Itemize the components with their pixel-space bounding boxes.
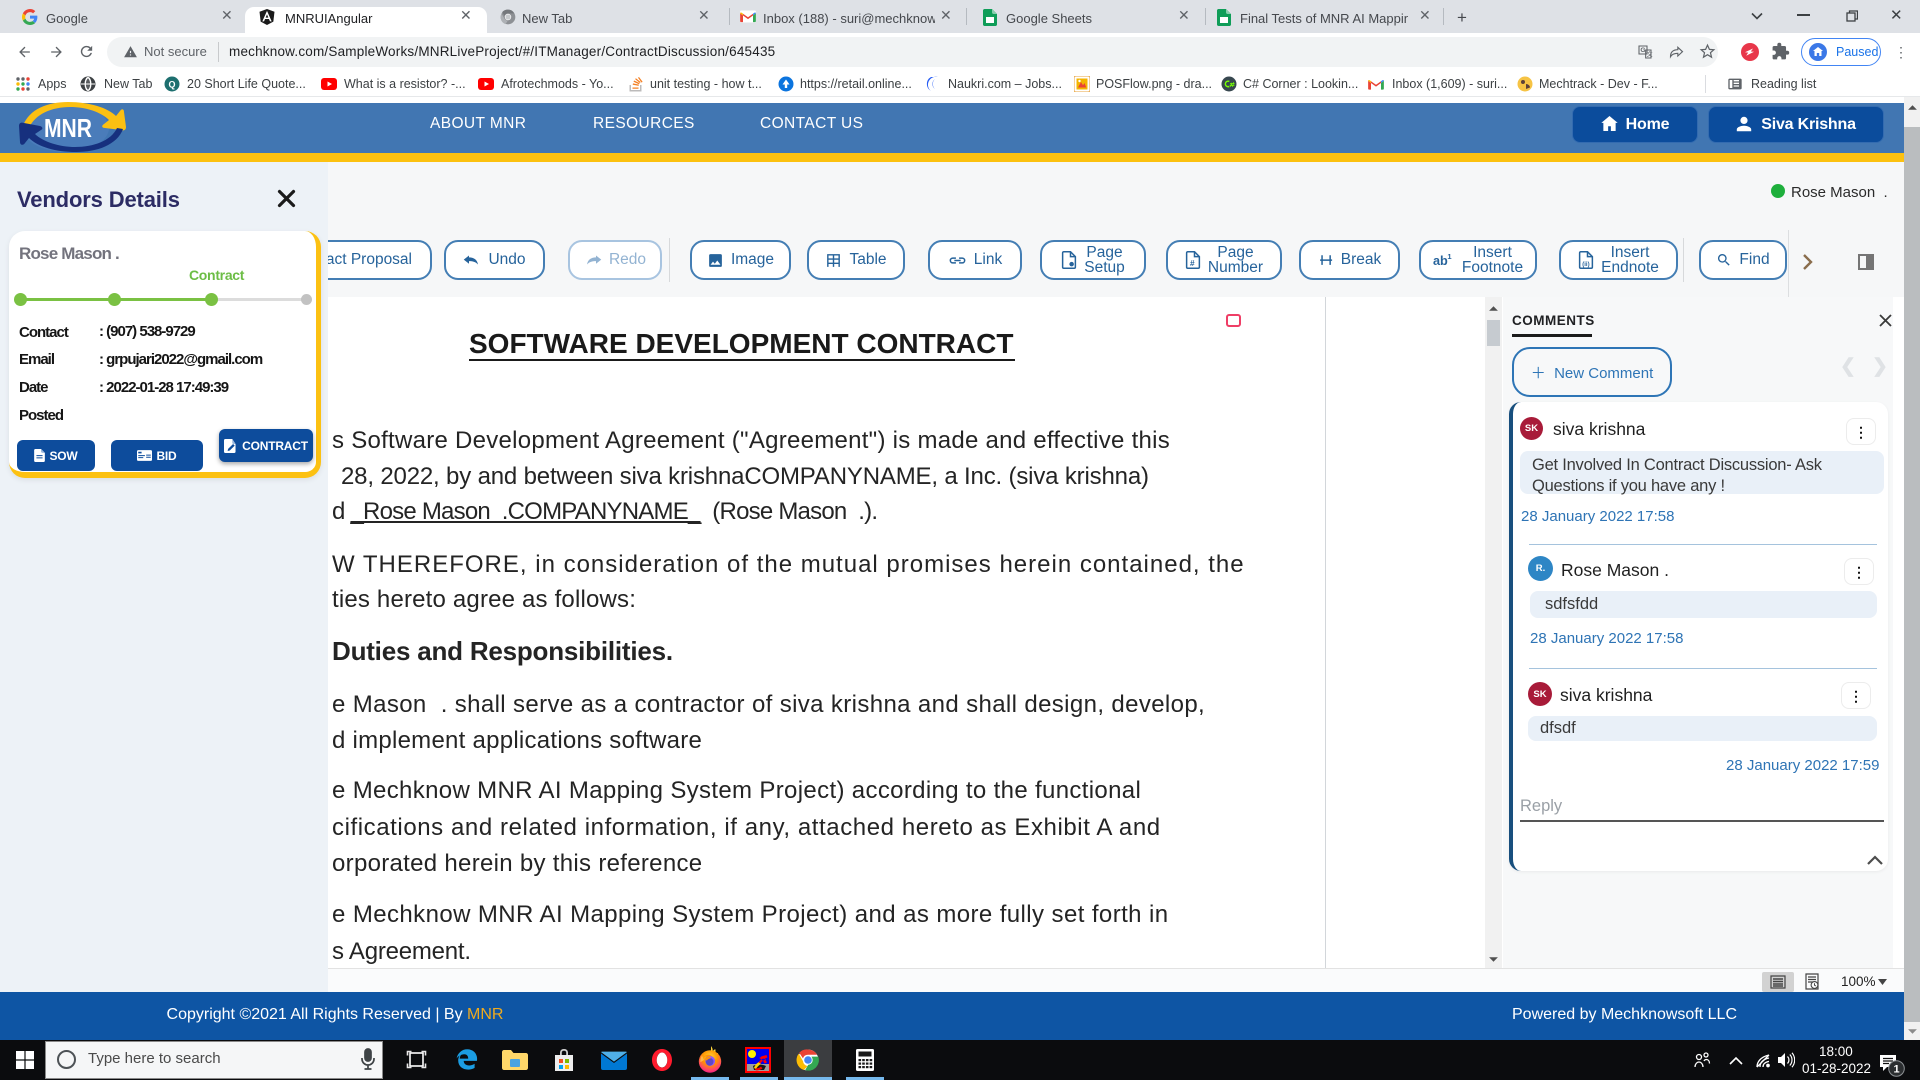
- svg-text:#: #: [1190, 259, 1195, 268]
- svg-text:1: 1: [1447, 252, 1452, 261]
- svg-text:MNR: MNR: [44, 113, 92, 143]
- svg-text:G: G: [1640, 47, 1645, 54]
- svg-text:1: 1: [1893, 1064, 1899, 1076]
- svg-text:(ii): (ii): [1582, 262, 1589, 268]
- svg-text:ab: ab: [1433, 254, 1448, 268]
- svg-text:Q: Q: [168, 80, 175, 90]
